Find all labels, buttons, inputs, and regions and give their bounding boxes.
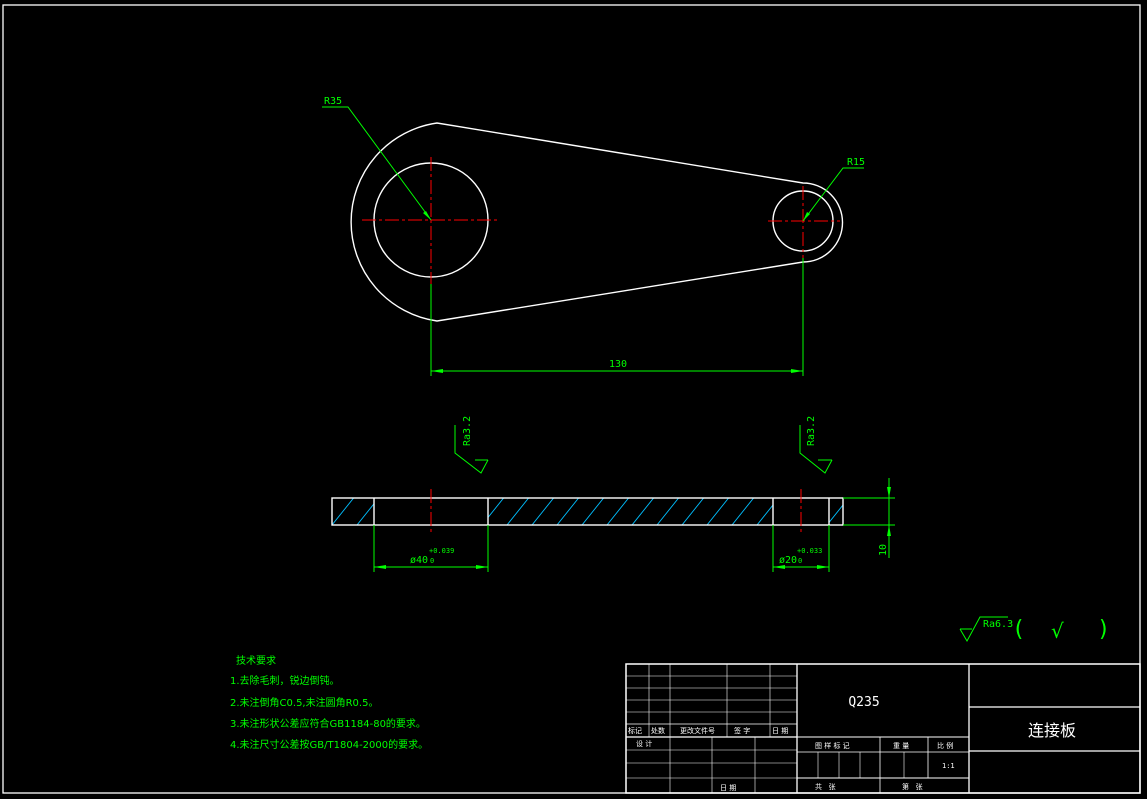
section-view: Ra3.2 Ra3.2 ø40 +0.039 0 ø20 +0.033 0 10 (331, 416, 895, 572)
thickness-label: 10 (878, 544, 889, 556)
radius-large-label: R35 (324, 96, 342, 107)
center-distance-label: 130 (609, 359, 627, 370)
general-roughness: Ra6.3 ( √ ) (959, 616, 1110, 643)
scale-label: 比 例 (937, 741, 953, 750)
tech-req-item: 3.未注形状公差应符合GB1184-80的要求。 (230, 717, 426, 730)
stage-label: 图 样 标 记 (815, 741, 850, 750)
part-name: 连接板 (1028, 721, 1076, 740)
roughness-right-label: Ra3.2 (806, 416, 817, 446)
hole-small-tol-lower: 0 (798, 557, 802, 565)
date-label: 日 期 (720, 784, 736, 792)
centerlines-section (430, 489, 802, 534)
hole-small-dia: ø20 (779, 555, 797, 566)
revision-label-doc: 更改文件号 (680, 726, 715, 735)
general-roughness-open-paren: ( (1012, 617, 1025, 642)
tech-req-item: 2.未注倒角C0.5,未注圆角R0.5。 (230, 696, 378, 709)
cad-drawing: R35 R15 130 Ra3.2 Ra3.2 ø40 +0.039 0 ø20… (2, 4, 1141, 794)
roughness-left-label: Ra3.2 (462, 416, 473, 446)
tech-req-item: 4.未注尺寸公差按GB/T1804-2000的要求。 (230, 738, 428, 751)
technical-requirements: 技术要求 1.去除毛刺，锐边倒钝。 2.未注倒角C0.5,未注圆角R0.5。 3… (230, 654, 428, 751)
revision-label-sign: 签 字 (734, 726, 750, 735)
part-outline (350, 122, 844, 322)
general-roughness-check: √ (1051, 619, 1064, 643)
radius-small-leader (802, 167, 864, 222)
scale-value: 1:1 (942, 762, 955, 770)
material-value: Q235 (848, 695, 879, 710)
design-label: 设 计 (636, 739, 652, 748)
tech-req-title: 技术要求 (236, 654, 276, 667)
revision-label-count: 处数 (651, 726, 665, 735)
title-block-text: 标记 处数 更改文件号 签 字 日 期 设 计 日 期 Q235 图 样 标 记… (628, 695, 1076, 792)
centerlines-top (362, 157, 840, 284)
sheets-total-label: 共 张 (815, 782, 836, 791)
hole-large-tol-lower: 0 (430, 557, 434, 565)
general-roughness-close-paren: ) (1097, 617, 1110, 642)
sheet-number-label: 第 张 (902, 782, 923, 791)
radius-small-label: R15 (847, 157, 865, 168)
hole-large-dia: ø40 (410, 555, 428, 566)
top-view: R35 R15 130 (322, 96, 865, 376)
general-roughness-label: Ra6.3 (983, 619, 1013, 630)
weight-label: 重 量 (893, 742, 909, 750)
hole-small-tol-upper: +0.033 (797, 547, 822, 555)
section-outline (331, 497, 844, 526)
tech-req-item: 1.去除毛刺，锐边倒钝。 (230, 674, 340, 687)
revision-label-date: 日 期 (772, 727, 788, 735)
revision-label-mark: 标记 (628, 726, 642, 735)
hole-large-tol-upper: +0.039 (429, 547, 454, 555)
